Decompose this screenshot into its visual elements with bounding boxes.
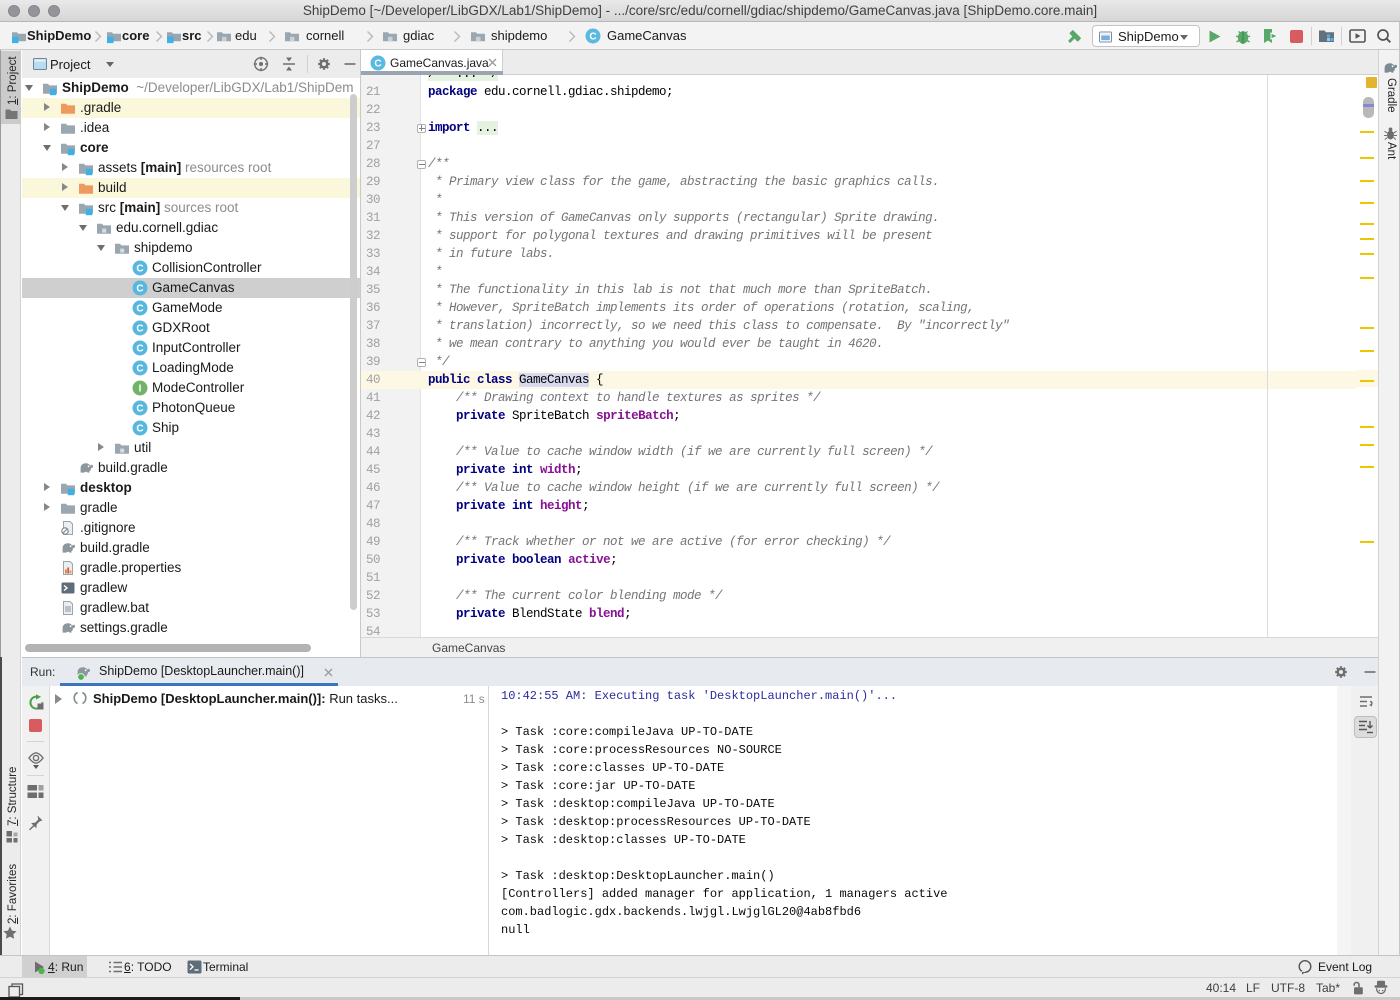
svg-text:C: C (589, 32, 596, 43)
svg-text:C: C (136, 264, 143, 275)
svg-text:C: C (374, 58, 381, 69)
svg-text:C: C (136, 424, 143, 435)
svg-text:C: C (136, 364, 143, 375)
svg-text:I: I (139, 384, 142, 395)
svg-text:C: C (136, 304, 143, 315)
svg-text:C: C (136, 404, 143, 415)
svg-text:C: C (136, 324, 143, 335)
svg-text:C: C (136, 284, 143, 295)
svg-text:C: C (136, 344, 143, 355)
